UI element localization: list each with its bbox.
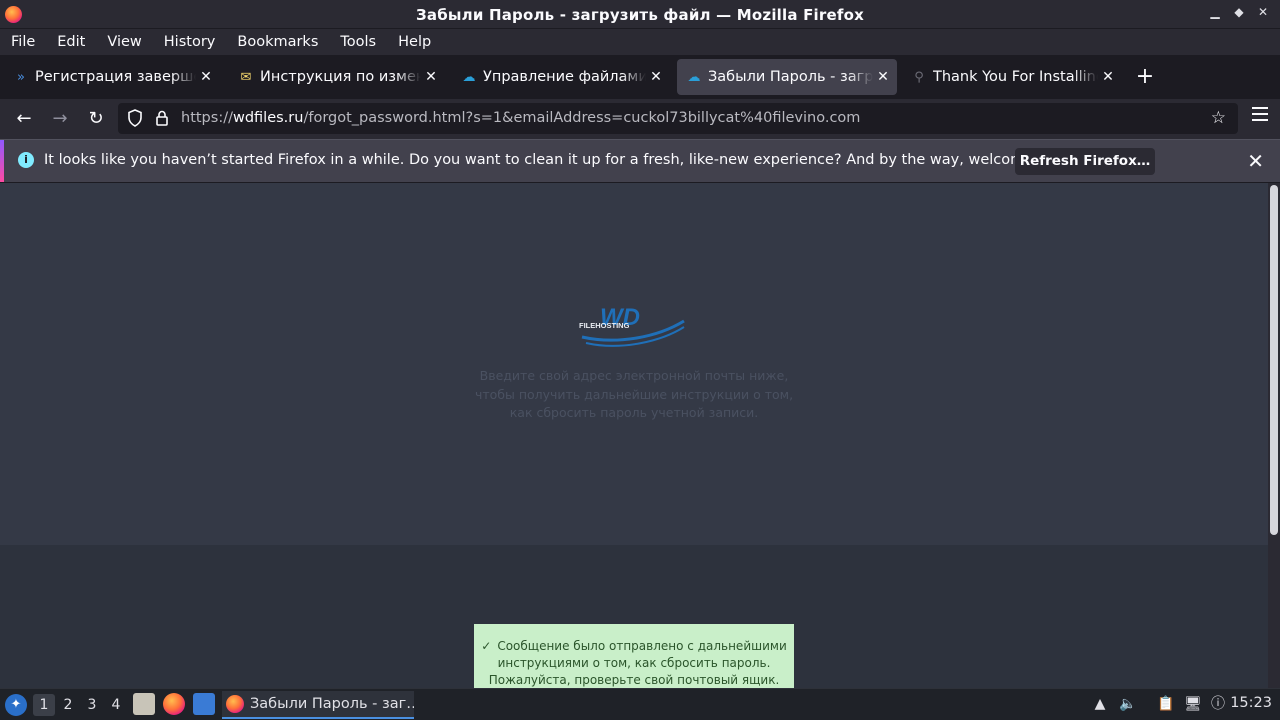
start-menu-icon[interactable]: ✦ [5, 694, 27, 716]
tab-strip: » Регистрация завершена ✕ ✉ Инструкция п… [0, 55, 1280, 99]
notification-text: It looks like you haven’t started Firefo… [44, 152, 1079, 168]
navigation-bar: ← → ↻ https://wdfiles.ru/forgot_password… [0, 99, 1280, 139]
tray-arrow-icon[interactable]: ▲ [1090, 694, 1110, 714]
tab-registration[interactable]: » Регистрация завершена ✕ [4, 59, 220, 95]
workspace-2[interactable]: 2 [57, 694, 79, 716]
app-menu-icon[interactable] [1252, 107, 1268, 121]
tab-label: Управление файлами - [483, 69, 646, 85]
tab-thank-you[interactable]: ⚲ Thank You For Installing! ✕ [902, 59, 1122, 95]
file-manager-icon[interactable] [133, 693, 155, 715]
window-titlebar: Забыли Пароль - загрузить файл — Mozilla… [0, 0, 1280, 29]
menu-history[interactable]: History [153, 34, 227, 50]
logo-sub-text: FILEHOSTING [579, 321, 630, 330]
tab-label: Инструкция по изменению [260, 69, 421, 85]
toast-text: Сообщение было отправлено с дальнейшими … [488, 639, 787, 687]
lock-icon[interactable] [153, 109, 171, 127]
instructions-text: Введите свой адрес электронной почты ниж… [474, 368, 794, 420]
close-window-icon[interactable]: ✕ [1256, 5, 1270, 19]
back-button[interactable]: ← [12, 107, 36, 131]
menu-file[interactable]: File [0, 34, 46, 50]
cloud-icon: ☁ [462, 69, 476, 85]
page-content: WD FILEHOSTING Введите свой адрес электр… [0, 183, 1268, 688]
url-text[interactable]: https://wdfiles.ru/forgot_password.html?… [181, 110, 860, 126]
clipboard-icon[interactable]: 📋 [1156, 694, 1176, 714]
os-taskbar: ✦ 1 2 3 4 Забыли Пароль - заг… ▲ 🔈 📋 🖥 ⓘ… [0, 688, 1280, 720]
workspace-4[interactable]: 4 [105, 694, 127, 716]
firefox-launcher-icon[interactable] [163, 693, 185, 715]
cloud-icon: ☁ [687, 69, 701, 85]
scrollbar-thumb[interactable] [1270, 185, 1278, 535]
search-icon: ⚲ [914, 69, 924, 85]
form-card [0, 183, 1268, 545]
reload-button[interactable]: ↻ [84, 107, 108, 131]
tab-close-icon[interactable]: ✕ [421, 69, 441, 85]
tab-close-icon[interactable]: ✕ [1098, 69, 1118, 85]
tab-file-manager[interactable]: ☁ Управление файлами - ✕ [452, 59, 670, 95]
refresh-firefox-button[interactable]: Refresh Firefox… [1015, 148, 1155, 175]
tab-close-icon[interactable]: ✕ [873, 69, 893, 85]
bookmark-star-icon[interactable]: ☆ [1211, 108, 1226, 128]
notification-icon[interactable]: ⓘ [1208, 694, 1228, 714]
minimize-icon[interactable]: ▁ [1208, 5, 1222, 19]
page-scrollbar[interactable] [1268, 183, 1280, 688]
success-toast: ✓ Сообщение было отправлено с дальнейшими… [474, 624, 794, 688]
workspace-3[interactable]: 3 [81, 694, 103, 716]
workspace-1[interactable]: 1 [33, 694, 55, 716]
info-icon: i [18, 152, 34, 168]
network-icon[interactable]: 🖥 [1183, 694, 1203, 714]
close-notification-icon[interactable]: ✕ [1247, 149, 1264, 173]
url-host: wdfiles.ru [232, 110, 304, 126]
task-label: Забыли Пароль - заг… [250, 696, 414, 712]
maximize-icon[interactable]: ◆ [1232, 5, 1246, 19]
desktop-icon[interactable] [193, 693, 215, 715]
check-icon: ✓ [481, 639, 492, 653]
url-bar[interactable]: https://wdfiles.ru/forgot_password.html?… [118, 103, 1238, 134]
firefox-icon [226, 695, 244, 713]
menu-view[interactable]: View [96, 34, 152, 50]
envelope-icon: ✉ [240, 69, 252, 85]
url-prefix: https:// [181, 110, 233, 126]
menu-help[interactable]: Help [387, 34, 442, 50]
tab-label: Регистрация завершена [35, 69, 196, 85]
shield-icon[interactable] [126, 109, 144, 127]
window-title: Забыли Пароль - загрузить файл — Mozilla… [416, 6, 864, 24]
forward-button[interactable]: → [48, 107, 72, 131]
tab-label: Забыли Пароль - загрузить [708, 69, 873, 85]
tab-forgot-password[interactable]: ☁ Забыли Пароль - загрузить ✕ [677, 59, 897, 95]
url-path: /forgot_password.html?s=1&emailAddress=c… [303, 110, 861, 126]
wd-filehosting-logo: WD FILEHOSTING [579, 304, 685, 347]
new-tab-button[interactable]: + [1134, 63, 1156, 91]
tab-close-icon[interactable]: ✕ [646, 69, 666, 85]
refresh-notification-bar: i It looks like you haven’t started Fire… [0, 139, 1280, 182]
tab-label: Thank You For Installing! [933, 69, 1098, 85]
menu-bookmarks[interactable]: Bookmarks [226, 34, 329, 50]
double-chevron-icon: » [17, 69, 25, 85]
menu-bar: File Edit View History Bookmarks Tools H… [0, 29, 1280, 55]
volume-icon[interactable]: 🔈 [1118, 694, 1138, 714]
clock: 15:23 [1230, 695, 1272, 711]
tab-instructions[interactable]: ✉ Инструкция по изменению ✕ [229, 59, 445, 95]
window-controls: ▁ ◆ ✕ [1208, 5, 1270, 19]
tab-close-icon[interactable]: ✕ [196, 69, 216, 85]
menu-tools[interactable]: Tools [329, 34, 387, 50]
taskbar-firefox-window[interactable]: Забыли Пароль - заг… [222, 691, 414, 719]
menu-edit[interactable]: Edit [46, 34, 96, 50]
